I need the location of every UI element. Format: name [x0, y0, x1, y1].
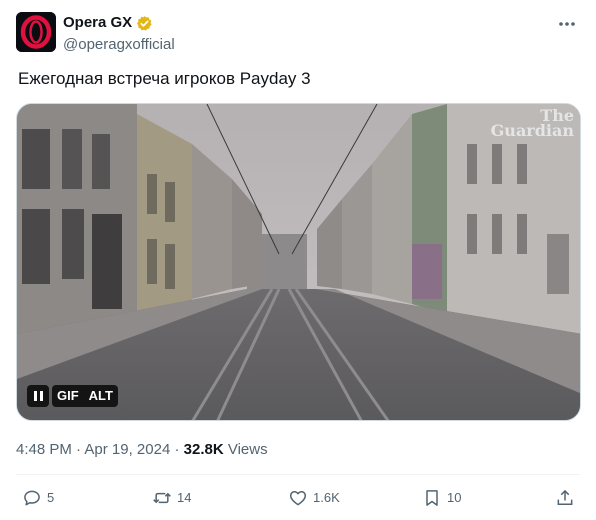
gif-alt-badges: GIF ALT [52, 385, 118, 407]
account-names: Opera GX @operagxofficial [63, 14, 175, 55]
repost-count: 14 [177, 490, 192, 505]
media-gif[interactable]: The Guardian GIF ALT [16, 103, 581, 421]
reply-count: 5 [47, 490, 55, 505]
meta-separator: · [76, 441, 82, 458]
display-name[interactable]: Opera GX [63, 14, 132, 32]
heart-icon [289, 491, 307, 506]
post-date[interactable]: Apr 19, 2024 [84, 441, 170, 458]
post-time[interactable]: 4:48 PM [16, 441, 72, 458]
verified-badge-icon[interactable] [136, 15, 153, 32]
street-scene-image [17, 104, 580, 420]
opera-gx-logo-icon [16, 12, 56, 52]
share-button[interactable] [555, 486, 575, 510]
bookmark-icon [426, 490, 438, 506]
watermark-line-2: Guardian [490, 121, 574, 140]
alt-badge[interactable]: ALT [84, 385, 118, 407]
repost-icon [153, 492, 171, 504]
repost-button[interactable]: 14 [152, 486, 191, 510]
gif-badge: GIF [57, 388, 79, 403]
bookmark-count: 10 [447, 490, 462, 505]
like-button[interactable]: 1.6K [288, 486, 340, 510]
views-label: Views [227, 441, 268, 458]
pause-icon[interactable] [27, 385, 49, 407]
share-icon [557, 489, 573, 505]
views-count: 32.8K [183, 441, 224, 458]
account-handle[interactable]: @operagxofficial [63, 35, 175, 55]
like-count: 1.6K [313, 490, 340, 505]
meta-separator: · [174, 441, 180, 458]
post-header: Opera GX @operagxofficial [16, 12, 580, 54]
avatar[interactable] [16, 12, 56, 52]
reply-button[interactable]: 5 [22, 486, 54, 510]
more-options-icon[interactable] [556, 14, 578, 34]
guardian-watermark: The Guardian [490, 108, 574, 140]
gif-controls: GIF ALT [27, 385, 118, 407]
divider [16, 474, 580, 475]
post-meta: 4:48 PM · Apr 19, 2024 · 32.8K Views [16, 440, 268, 460]
reply-icon [24, 490, 40, 506]
post-text: Ежегодная встреча игроков Payday 3 [18, 69, 311, 88]
action-bar: 5 14 1.6K 10 [0, 486, 596, 510]
bookmark-button[interactable]: 10 [422, 486, 461, 510]
